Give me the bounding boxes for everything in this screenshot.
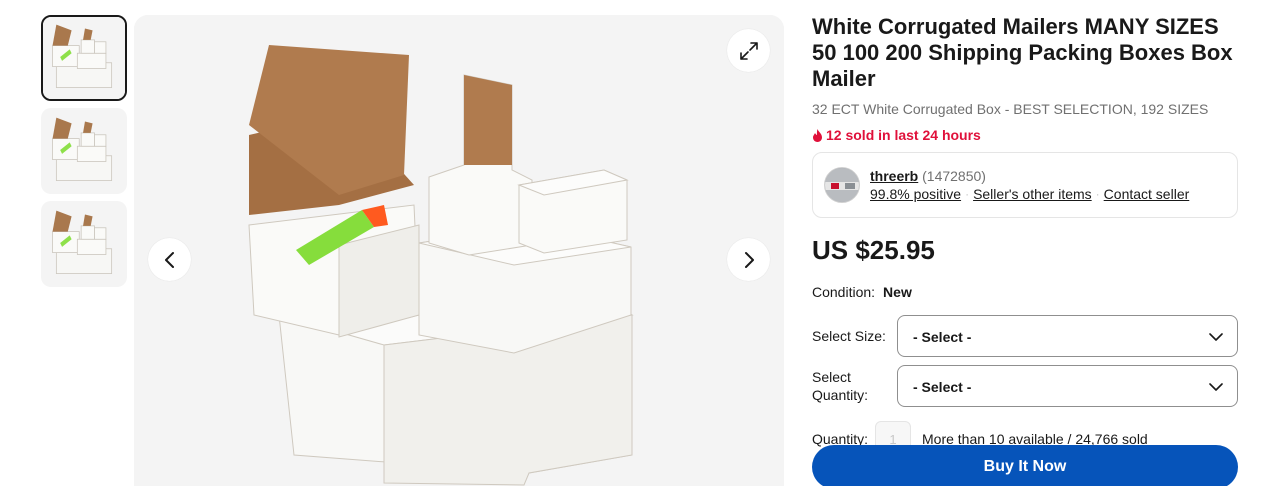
contact-seller-link[interactable]: Contact seller: [1104, 185, 1190, 203]
seller-avatar[interactable]: [824, 167, 860, 203]
quantity-select-label: Select Quantity:: [812, 369, 869, 403]
avatar-icon: [825, 168, 859, 202]
thumbnail-list: [41, 15, 127, 294]
seller-name-line: threerb (1472850): [870, 167, 986, 185]
flame-icon: [813, 128, 822, 142]
chevron-left-icon: [164, 251, 174, 268]
expand-image-button[interactable]: [727, 29, 770, 72]
chevron-down-icon: [1209, 333, 1223, 341]
previous-image-button[interactable]: [148, 238, 191, 281]
chevron-down-icon: [1209, 383, 1223, 391]
seller-card: threerb (1472850) 99.8% positive · Selle…: [812, 152, 1238, 218]
next-image-button[interactable]: [727, 238, 770, 281]
chevron-right-icon: [744, 251, 754, 268]
size-select-label: Select Size:: [812, 328, 886, 344]
thumbnail-2[interactable]: [41, 108, 127, 194]
separator-dot: ·: [1095, 187, 1100, 201]
seller-positive-link[interactable]: 99.8% positive: [870, 185, 961, 203]
seller-links: 99.8% positive · Seller's other items · …: [870, 185, 1189, 203]
condition-row: Condition: New: [812, 283, 1238, 301]
quantity-select[interactable]: - Select -: [897, 365, 1238, 407]
expand-icon: [739, 41, 758, 60]
condition-value: New: [883, 284, 912, 300]
item-price: US $25.95: [812, 235, 935, 265]
listing-title: White Corrugated Mailers MANY SIZES 50 1…: [812, 14, 1233, 91]
quantity-select-row: Select Quantity: - Select -: [812, 365, 1238, 407]
listing-info: White Corrugated Mailers MANY SIZES 50 1…: [812, 14, 1238, 486]
product-thumbnail-icon: [43, 17, 125, 99]
product-thumbnail-icon: [43, 110, 125, 192]
condition-label: Condition:: [812, 284, 876, 300]
seller-name-link[interactable]: threerb: [870, 168, 918, 184]
separator-dot: ·: [965, 187, 970, 201]
listing-subtitle: 32 ECT White Corrugated Box - BEST SELEC…: [812, 101, 1209, 117]
product-thumbnail-icon: [43, 203, 125, 285]
size-select-value: - Select -: [913, 329, 972, 345]
thumbnail-1[interactable]: [41, 15, 127, 101]
seller-other-items-link[interactable]: Seller's other items: [973, 185, 1092, 203]
seller-feedback-count: (1472850): [922, 168, 986, 184]
urgency-signal: 12 sold in last 24 hours: [812, 126, 1238, 144]
thumbnail-3[interactable]: [41, 201, 127, 287]
main-image-viewer[interactable]: [134, 15, 784, 486]
quantity-select-value: - Select -: [913, 379, 972, 395]
size-select-row: Select Size: - Select -: [812, 315, 1238, 357]
buy-it-now-button[interactable]: Buy It Now: [812, 445, 1238, 486]
urgency-text: 12 sold in last 24 hours: [826, 127, 981, 143]
product-image: [134, 15, 784, 486]
size-select[interactable]: - Select -: [897, 315, 1238, 357]
